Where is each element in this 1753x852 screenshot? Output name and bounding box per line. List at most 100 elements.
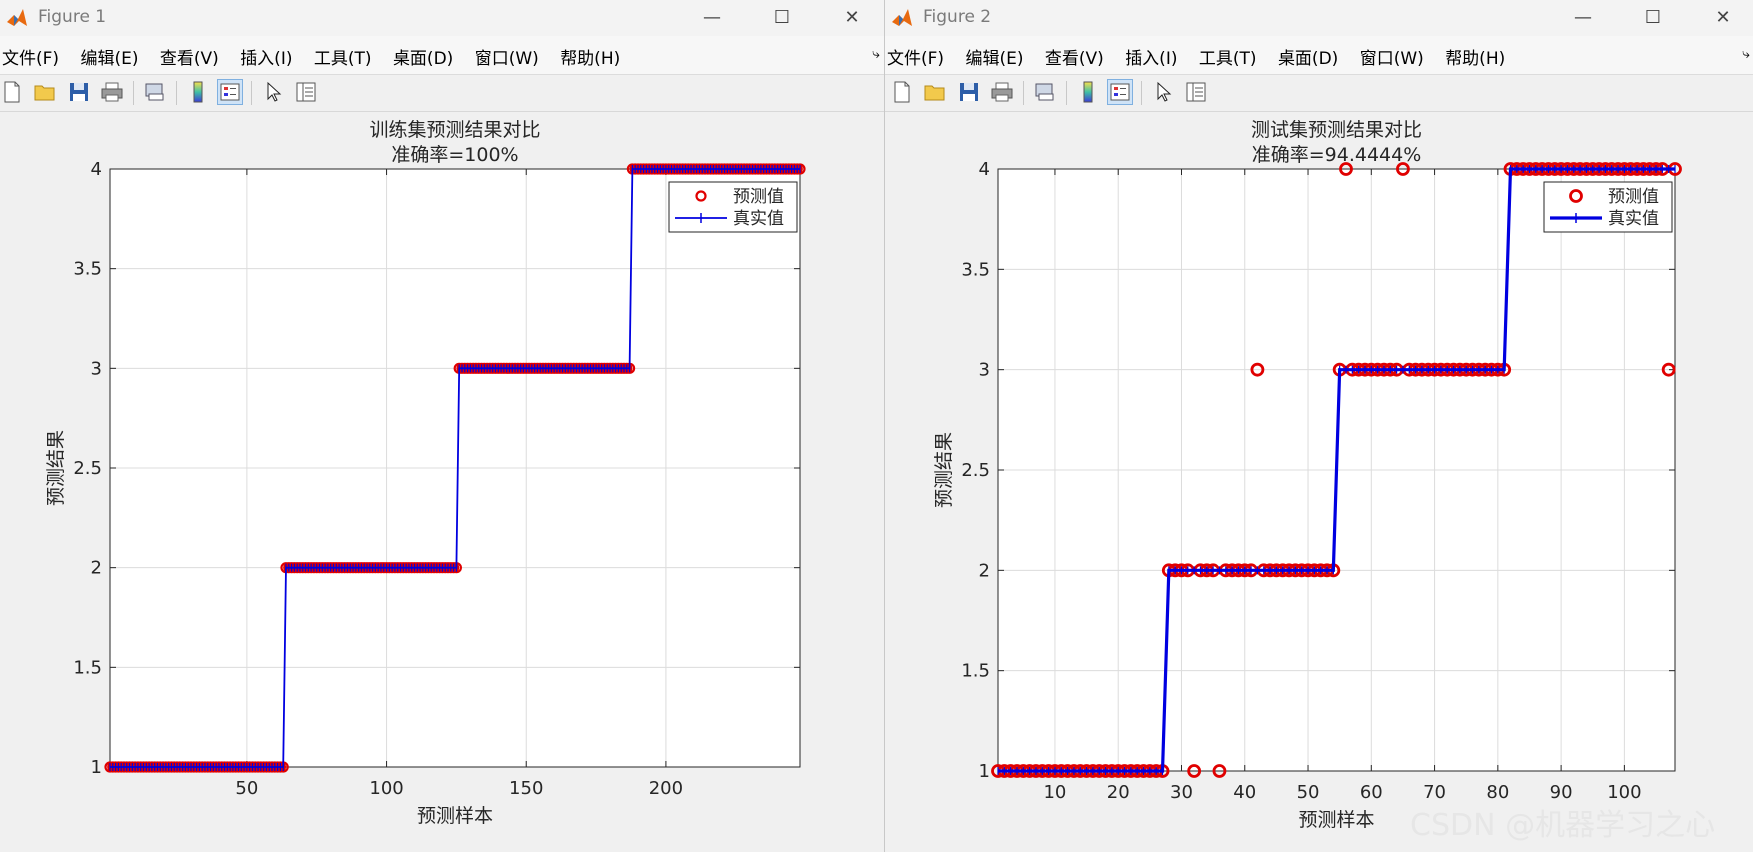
colorbar-icon[interactable]	[1076, 80, 1100, 104]
colorbar-icon[interactable]	[186, 80, 210, 104]
menu-file[interactable]: 文件(F)	[2, 49, 59, 69]
open-folder-icon[interactable]	[923, 80, 947, 104]
watermark: CSDN @机器学习之心	[1410, 808, 1716, 843]
title-bar[interactable]: Figure 1 — ☐ ✕	[0, 0, 884, 36]
toolbar-separator	[1023, 81, 1024, 105]
legend: 预测值真实值	[1543, 181, 1673, 233]
y-tick-label: 1	[91, 757, 102, 778]
window-title: Figure 2	[923, 7, 992, 27]
menu-view[interactable]: 查看(V)	[1045, 49, 1104, 69]
menu-desktop[interactable]: 桌面(D)	[1278, 49, 1338, 69]
menu-overflow-icon[interactable]: ⤷	[1742, 46, 1750, 62]
x-axis-label: 预测样本	[417, 805, 493, 827]
window-title: Figure 1	[38, 7, 107, 27]
chart-subtitle: 准确率=94.4444%	[1252, 144, 1422, 166]
y-axis-label: 预测结果	[45, 430, 67, 506]
menu-bar: 文件(F) 编辑(E) 查看(V) 插入(I) 工具(T) 桌面(D) 窗口(W…	[885, 36, 1753, 75]
menu-help[interactable]: 帮助(H)	[1445, 49, 1505, 69]
print-preview-icon[interactable]	[1033, 80, 1057, 104]
toolbar-separator	[1066, 81, 1067, 105]
save-icon[interactable]	[957, 80, 981, 104]
save-icon[interactable]	[67, 80, 91, 104]
y-tick-label: 2	[91, 558, 102, 579]
title-bar[interactable]: Figure 2 — ☐ ✕	[885, 0, 1753, 36]
menu-overflow-icon[interactable]: ⤷	[872, 46, 880, 62]
y-tick-label: 2.5	[73, 458, 102, 479]
print-icon[interactable]	[990, 80, 1014, 104]
toolbar	[885, 75, 1753, 112]
legend-icon[interactable]	[217, 79, 243, 105]
x-tick-label: 10	[1043, 782, 1066, 803]
maximize-icon[interactable]: ☐	[758, 4, 806, 32]
chart-title: 训练集预测结果对比	[369, 119, 540, 141]
menu-view[interactable]: 查看(V)	[160, 49, 219, 69]
maximize-icon[interactable]: ☐	[1629, 4, 1677, 32]
menu-desktop[interactable]: 桌面(D)	[393, 49, 453, 69]
y-tick-label: 3.5	[961, 259, 990, 280]
toolbar-separator	[1141, 81, 1142, 105]
y-tick-label: 1	[979, 761, 990, 782]
pointer-icon[interactable]	[262, 80, 286, 104]
legend-label-true: 真实值	[1608, 209, 1659, 229]
toolbar	[0, 75, 884, 112]
open-folder-icon[interactable]	[33, 80, 57, 104]
minimize-icon[interactable]: —	[688, 4, 736, 32]
x-tick-label: 30	[1170, 782, 1193, 803]
menu-file[interactable]: 文件(F)	[887, 49, 944, 69]
x-tick-label: 40	[1233, 782, 1256, 803]
y-tick-label: 3.5	[73, 259, 102, 280]
legend-label-true: 真实值	[733, 209, 784, 229]
y-tick-label: 1.5	[73, 657, 102, 678]
x-tick-label: 150	[509, 778, 543, 799]
x-tick-label: 20	[1107, 782, 1130, 803]
new-file-icon[interactable]	[890, 80, 914, 104]
menu-help[interactable]: 帮助(H)	[560, 49, 620, 69]
y-axis-label: 预测结果	[933, 432, 955, 508]
y-tick-label: 2	[979, 560, 990, 581]
menu-window[interactable]: 窗口(W)	[475, 49, 539, 69]
y-tick-label: 3	[979, 360, 990, 381]
figure-1-window: Figure 1 — ☐ ✕ 文件(F) 编辑(E) 查看(V) 插入(I) 工…	[0, 0, 884, 852]
close-icon[interactable]: ✕	[1699, 4, 1747, 32]
matlab-icon	[892, 9, 912, 26]
legend-icon[interactable]	[1107, 79, 1133, 105]
y-tick-label: 4	[979, 159, 990, 180]
menu-edit[interactable]: 编辑(E)	[965, 49, 1023, 69]
menu-insert[interactable]: 插入(I)	[240, 49, 292, 69]
x-tick-label: 100	[369, 778, 403, 799]
minimize-icon[interactable]: —	[1559, 4, 1607, 32]
legend: 预测值真实值	[668, 181, 798, 233]
y-tick-label: 4	[91, 159, 102, 180]
menu-insert[interactable]: 插入(I)	[1125, 49, 1177, 69]
print-icon[interactable]	[100, 80, 124, 104]
toolbar-separator	[251, 81, 252, 105]
menu-bar: 文件(F) 编辑(E) 查看(V) 插入(I) 工具(T) 桌面(D) 窗口(W…	[0, 36, 884, 75]
y-tick-label: 2.5	[961, 460, 990, 481]
test-chart[interactable]: 10 20 30 40 50 60 70 80 90 10011.522.533.54测试集预测结…	[885, 112, 1753, 852]
property-inspector-icon[interactable]	[294, 80, 318, 104]
x-tick-label: 50	[235, 778, 258, 799]
x-tick-label: 200	[649, 778, 683, 799]
x-tick-label: 50	[1297, 782, 1320, 803]
pointer-icon[interactable]	[1152, 80, 1176, 104]
x-tick-label: 60	[1360, 782, 1383, 803]
menu-tools[interactable]: 工具(T)	[314, 49, 372, 69]
menu-tools[interactable]: 工具(T)	[1199, 49, 1257, 69]
legend-label-predicted: 预测值	[1608, 187, 1659, 207]
y-tick-label: 1.5	[961, 661, 990, 682]
matlab-icon	[7, 9, 27, 26]
menu-edit[interactable]: 编辑(E)	[80, 49, 138, 69]
chart-title: 测试集预测结果对比	[1251, 119, 1422, 141]
close-icon[interactable]: ✕	[828, 4, 876, 32]
property-inspector-icon[interactable]	[1184, 80, 1208, 104]
x-axis-label: 预测样本	[1298, 809, 1374, 831]
legend-label-predicted: 预测值	[733, 187, 784, 207]
toolbar-separator	[133, 81, 134, 105]
new-file-icon[interactable]	[0, 80, 24, 104]
chart-subtitle: 准确率=100%	[391, 144, 518, 166]
toolbar-separator	[176, 81, 177, 105]
training-chart[interactable]: 50 100 150 200 1 1.5 2 2.5 3 3.5 4 训练集预测结果对比准确率=100…	[0, 112, 884, 852]
print-preview-icon[interactable]	[143, 80, 167, 104]
figure-2-window: Figure 2 — ☐ ✕ 文件(F) 编辑(E) 查看(V) 插入(I) 工…	[884, 0, 1753, 852]
menu-window[interactable]: 窗口(W)	[1360, 49, 1424, 69]
